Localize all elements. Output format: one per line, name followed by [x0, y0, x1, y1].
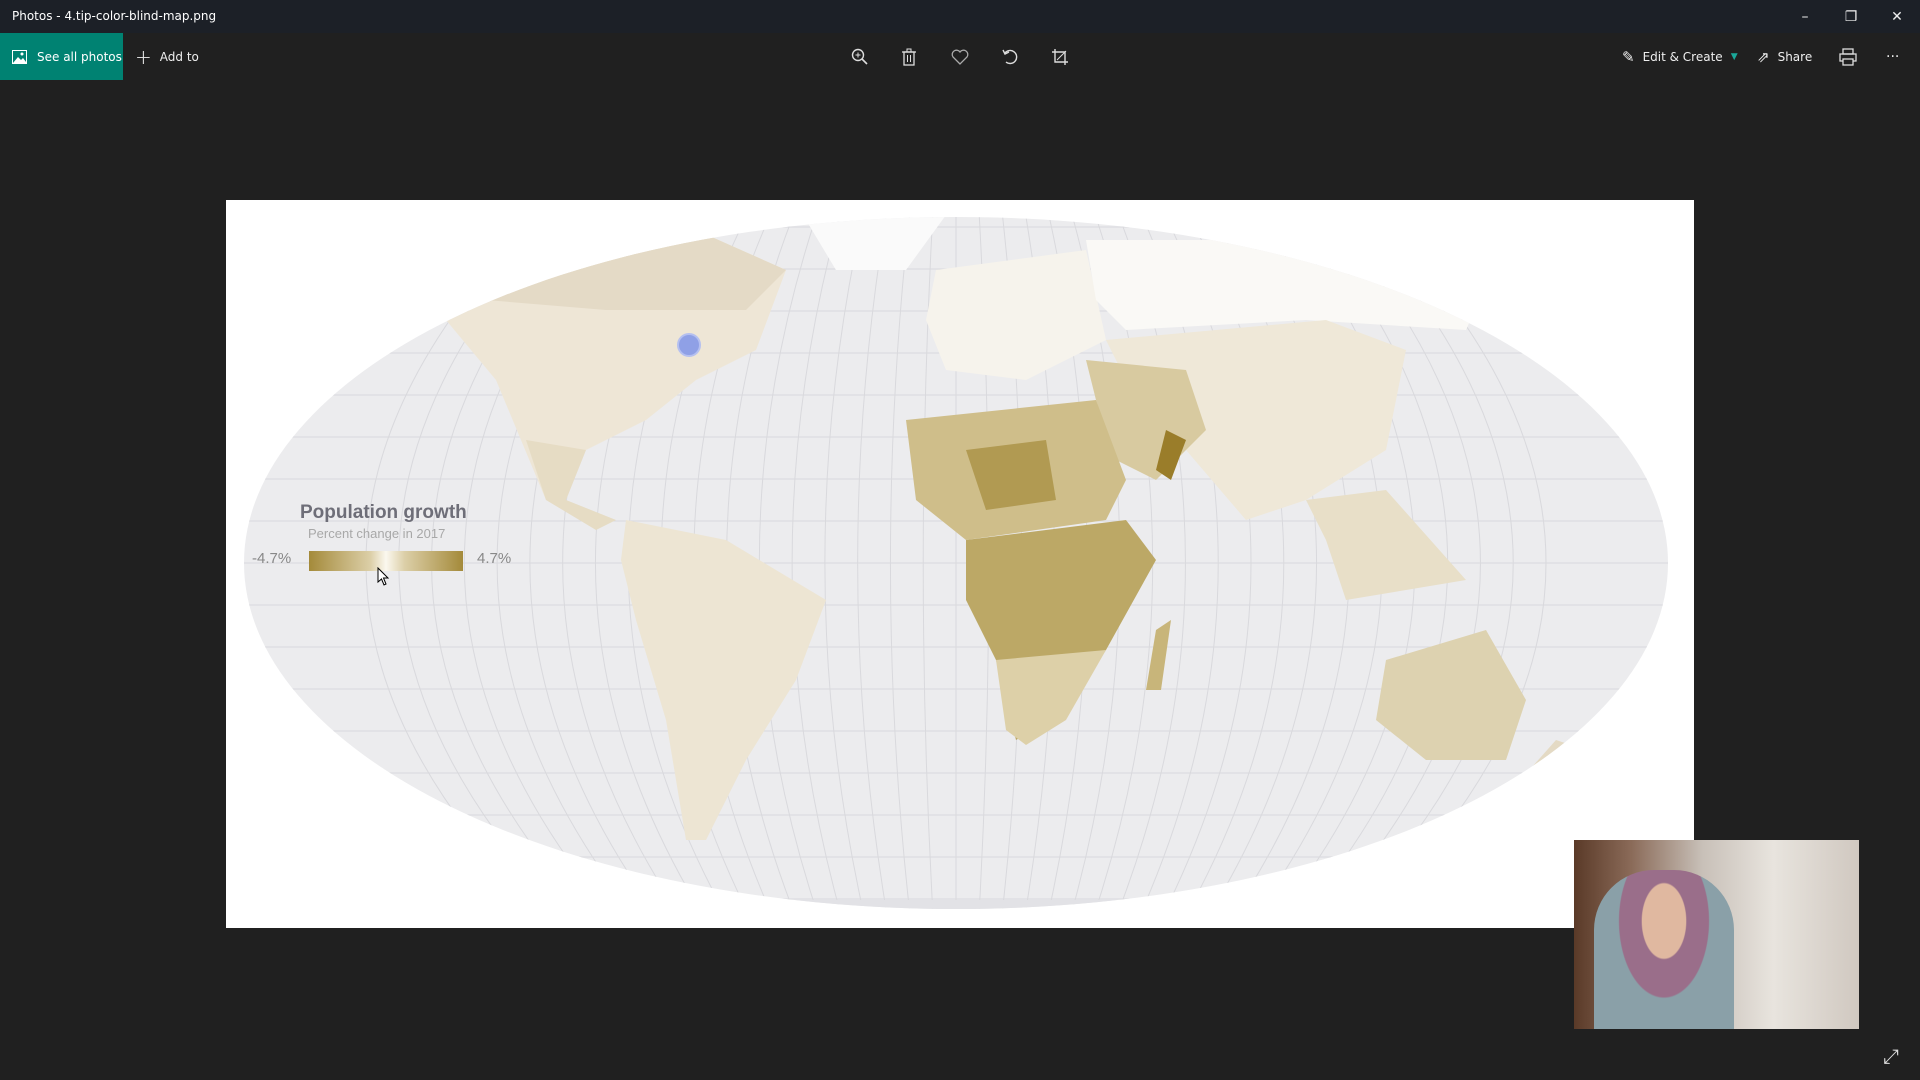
- photo-icon: [12, 49, 27, 64]
- rotate-icon[interactable]: [996, 43, 1024, 71]
- zoom-icon[interactable]: [846, 43, 874, 71]
- more-button[interactable]: ···: [1886, 33, 1899, 80]
- crop-icon[interactable]: [1046, 43, 1074, 71]
- chevron-down-icon: ▼: [1730, 51, 1738, 62]
- legend-subtitle: Percent change in 2017: [308, 526, 446, 541]
- print-icon[interactable]: [1834, 43, 1862, 71]
- watermark-text: ified: [376, 841, 483, 906]
- restore-button[interactable]: ❐: [1828, 0, 1874, 33]
- expand-icon[interactable]: ⤢: [1883, 1044, 1899, 1068]
- share-icon: ⇗: [1757, 47, 1770, 66]
- legend-max-label: 4.7%: [477, 550, 512, 567]
- location-marker: [677, 333, 701, 357]
- edit-icon: ✎: [1622, 47, 1635, 66]
- delete-icon[interactable]: [895, 43, 923, 71]
- add-to-label: Add to: [159, 49, 199, 64]
- favorite-icon[interactable]: [946, 43, 974, 71]
- share-button[interactable]: ⇗ Share: [1757, 33, 1812, 80]
- close-button[interactable]: ✕: [1874, 0, 1920, 33]
- legend-title: Population growth: [300, 502, 467, 523]
- minimize-button[interactable]: –: [1782, 0, 1828, 33]
- russia: [1086, 240, 1506, 330]
- legend-min-label: -4.7%: [252, 550, 292, 567]
- toolbar: See all photos + Add to ✎ Edit & Create …: [0, 33, 1920, 80]
- antarctica: [326, 900, 1576, 909]
- cursor-icon: [377, 567, 390, 586]
- edit-create-button[interactable]: ✎ Edit & Create ▼: [1622, 33, 1738, 80]
- person-silhouette: [1594, 870, 1734, 1029]
- title-bar: Photos - 4.tip-color-blind-map.png – ❐ ✕: [0, 0, 1920, 33]
- share-label: Share: [1777, 49, 1813, 64]
- photo-viewer: Population growth Percent change in 2017…: [226, 200, 1694, 928]
- edit-create-label: Edit & Create: [1642, 49, 1723, 64]
- window-title: Photos - 4.tip-color-blind-map.png: [12, 9, 217, 23]
- see-all-photos-label: See all photos: [37, 49, 122, 64]
- webcam-overlay: [1574, 840, 1859, 1029]
- see-all-photos-button[interactable]: See all photos: [0, 33, 123, 80]
- plus-icon: +: [135, 44, 152, 69]
- add-to-button[interactable]: + Add to: [135, 33, 199, 80]
